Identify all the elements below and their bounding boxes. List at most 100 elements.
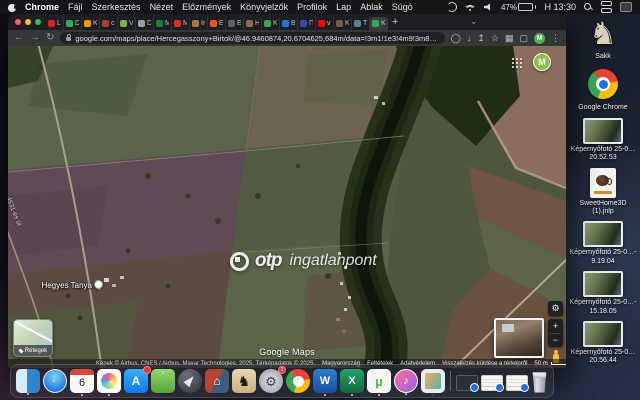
browser-tab[interactable]: cí: [100, 17, 118, 30]
maximize-window-button[interactable]: [35, 19, 41, 25]
dock-min-dark-icon[interactable]: [456, 375, 478, 391]
browser-tab[interactable]: H: [244, 17, 262, 30]
tab-title: V: [129, 20, 133, 27]
browser-tab[interactable]: M: [154, 17, 172, 30]
zoom-in-button[interactable]: +: [548, 319, 563, 333]
browser-menu-icon[interactable]: ⋮: [551, 34, 560, 43]
desktop-icon-shot[interactable]: Képernyőfotó 25-0…20.56.44: [566, 321, 640, 366]
dock-word-icon[interactable]: W: [313, 369, 337, 393]
tab-title: Ta: [363, 20, 367, 27]
new-tab-button[interactable]: +: [392, 17, 398, 28]
sync-icon[interactable]: [447, 2, 457, 12]
forward-icon[interactable]: →: [30, 33, 40, 43]
menu-extra-icon[interactable]: [620, 2, 632, 12]
browser-tab[interactable]: M: [172, 17, 190, 30]
menubar-menu[interactable]: Szerkesztés: [92, 2, 141, 12]
desktop-icon-jnlp[interactable]: SweetHome3D (1).jnlp: [566, 168, 640, 217]
download-icon[interactable]: ↓: [467, 34, 472, 43]
browser-tab[interactable]: D: [136, 17, 154, 30]
browser-tab[interactable]: L: [46, 17, 64, 30]
satellite-map[interactable]: M otp ingatlanpont Hegyes Tanya 4631-es …: [8, 46, 566, 368]
browser-tab[interactable]: Ir: [190, 17, 208, 30]
browser-tab[interactable]: B: [280, 17, 298, 30]
browser-tab[interactable]: K: [262, 17, 280, 30]
menubar-menu[interactable]: Súgó: [392, 2, 413, 12]
apps-grid-icon[interactable]: [512, 58, 522, 68]
volume-icon[interactable]: [484, 3, 493, 11]
dock-itunes-icon[interactable]: ♪: [394, 369, 418, 393]
place-label[interactable]: Hegyes Tanya: [28, 281, 92, 290]
dock-chessapp-icon[interactable]: ♞: [232, 369, 256, 393]
menubar-menu[interactable]: Profilok: [297, 2, 327, 12]
zoom-out-button[interactable]: −: [548, 334, 563, 348]
dock-photos-icon[interactable]: [97, 369, 121, 393]
menubar-clock[interactable]: H 13:30: [544, 2, 576, 12]
map-settings-button[interactable]: ⚙: [548, 301, 563, 316]
menubar-menu[interactable]: Előzmények: [182, 2, 231, 12]
dock-cal-icon[interactable]: 6: [70, 369, 94, 393]
apple-menu-icon[interactable]: [8, 3, 16, 12]
browser-tab[interactable]: Π: [298, 17, 316, 30]
dock-appstore-icon[interactable]: A: [124, 369, 148, 393]
dock-excel-icon[interactable]: X: [340, 369, 364, 393]
dock-min-doc2-icon[interactable]: [506, 375, 528, 391]
menubar-menu[interactable]: Nézet: [150, 2, 174, 12]
browser-tab[interactable]: K: [370, 17, 388, 30]
spotlight-icon[interactable]: [584, 3, 593, 12]
desktop-icon-shot[interactable]: Képernyőfotó 25-0…- 9.19.04: [566, 221, 640, 266]
menubar-menu[interactable]: Fájl: [68, 2, 83, 12]
browser-tab[interactable]: v: [316, 17, 334, 30]
tab-title: E: [219, 20, 223, 27]
tab-title: M: [165, 20, 169, 27]
reload-icon[interactable]: ↻: [46, 33, 54, 43]
map-account-avatar[interactable]: M: [533, 53, 551, 71]
desktop-icon-shot[interactable]: Képernyőfotó 25-0…- 15.18.05: [566, 271, 640, 316]
address-bar[interactable]: google.com/maps/place/Hercegasszony+Birt…: [60, 32, 444, 44]
browser-tab[interactable]: D: [64, 17, 82, 30]
street-view-photo-preview[interactable]: [494, 318, 544, 358]
browser-tab[interactable]: V: [118, 17, 136, 30]
dock-finder-icon[interactable]: [16, 369, 40, 393]
minimize-window-button[interactable]: [25, 19, 31, 25]
control-center-icon[interactable]: [601, 1, 612, 13]
menubar-menu[interactable]: Lap: [336, 2, 351, 12]
menubar-menu[interactable]: Könyvjelzők: [240, 2, 288, 12]
desktop-icon-shot[interactable]: Képernyőfotó 25-0…20.52.53: [566, 118, 640, 163]
tab-favicon: [138, 20, 145, 27]
menubar-menu[interactable]: Ablak: [360, 2, 383, 12]
dock-safari-icon[interactable]: [43, 369, 67, 393]
close-window-button[interactable]: [15, 19, 21, 25]
site-info-icon[interactable]: ◯: [451, 34, 461, 43]
place-marker-icon[interactable]: [94, 280, 103, 289]
desktop-icon-chrome[interactable]: Google Chrome: [566, 66, 640, 112]
menubar-app-name[interactable]: Chrome: [25, 2, 59, 12]
profile-avatar[interactable]: M: [534, 33, 545, 44]
wifi-icon[interactable]: [465, 3, 476, 11]
dock-home3d-icon[interactable]: ⌂: [205, 369, 229, 393]
dock-settings-icon[interactable]: ⚙1: [259, 369, 283, 393]
browser-tab[interactable]: K: [334, 17, 352, 30]
battery-indicator[interactable]: 47%: [501, 3, 537, 12]
dock-utorrent-icon[interactable]: µ: [367, 369, 391, 393]
dock-trash-icon[interactable]: [531, 372, 548, 393]
window-controls: [11, 19, 46, 25]
bookmark-star-icon[interactable]: ☆: [491, 34, 499, 43]
back-icon[interactable]: ←: [14, 33, 24, 43]
side-panel-icon[interactable]: ▢: [519, 34, 528, 43]
browser-tab[interactable]: E: [208, 17, 226, 30]
dock-rocket-icon[interactable]: [178, 369, 202, 393]
tab-search-chevron-icon[interactable]: ⌄: [470, 16, 478, 27]
dock-min-doc1-icon[interactable]: [481, 375, 503, 391]
browser-tab[interactable]: Ta: [352, 17, 370, 30]
browser-tab[interactable]: K: [82, 17, 100, 30]
layers-toggle[interactable]: Rétegek: [13, 319, 53, 357]
dock-chrome-icon[interactable]: [286, 369, 310, 393]
dock-preview-icon[interactable]: [421, 369, 445, 393]
desktop-icon-chess[interactable]: ♞Sakk: [566, 15, 640, 61]
extensions-icon[interactable]: ▦: [505, 34, 514, 43]
browser-tab[interactable]: E: [226, 17, 244, 30]
tab-favicon: [210, 20, 217, 27]
lock-icon[interactable]: [66, 37, 71, 41]
dock-archive-icon[interactable]: [151, 369, 175, 393]
share-icon[interactable]: ↥: [477, 34, 485, 43]
